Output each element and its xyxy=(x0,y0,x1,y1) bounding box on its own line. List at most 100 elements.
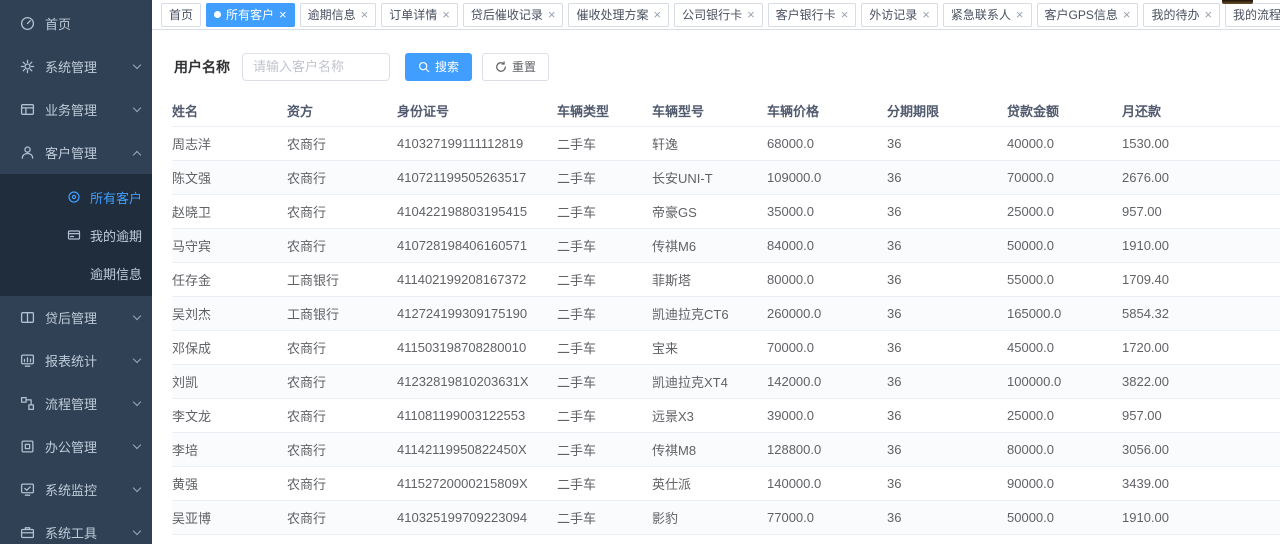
cell-term: 36 xyxy=(887,194,1007,228)
cell-name: 周志洋 xyxy=(172,126,287,160)
close-icon[interactable]: × xyxy=(279,8,287,21)
sidebar-item-customer-mgmt[interactable]: 客户管理 xyxy=(0,131,152,174)
tab[interactable]: 贷后催收记录 × xyxy=(463,3,564,27)
close-icon[interactable]: × xyxy=(841,8,849,21)
close-icon[interactable]: × xyxy=(1204,8,1212,21)
sidebar-item-postloan-mgmt[interactable]: 贷后管理 xyxy=(0,296,152,339)
cell-monthly: 1720.00 xyxy=(1122,330,1242,364)
close-icon[interactable]: × xyxy=(548,8,556,21)
cell-id-number: 410728198406160571 xyxy=(397,228,557,262)
cell-funder: 农商行 xyxy=(287,466,397,500)
sidebar-item-process-mgmt[interactable]: 流程管理 xyxy=(0,382,152,425)
cell-id-number: 410422198803195415 xyxy=(397,194,557,228)
cell-price: 77000.0 xyxy=(767,500,887,534)
tab[interactable]: 我的流程 × xyxy=(1225,3,1280,27)
cell-term: 36 xyxy=(887,364,1007,398)
chevron-down-icon xyxy=(133,355,141,363)
cell-model: 传祺M6 xyxy=(652,228,767,262)
tab[interactable]: 首页 xyxy=(161,3,201,27)
tab[interactable]: 逾期信息 × xyxy=(300,3,377,27)
sidebar-item-office-mgmt[interactable]: 办公管理 xyxy=(0,425,152,468)
chevron-down-icon xyxy=(133,441,141,449)
cell-funder: 农商行 xyxy=(287,228,397,262)
cell-price: 109000.0 xyxy=(767,160,887,194)
tab[interactable]: 我的待办 × xyxy=(1143,3,1220,27)
sidebar-item-home[interactable]: 首页 xyxy=(0,2,152,45)
tab[interactable]: 公司银行卡 × xyxy=(674,3,763,27)
tab[interactable]: 客户GPS信息 × xyxy=(1037,3,1139,27)
cell-model: 宝来 xyxy=(652,330,767,364)
cell-funder: 农商行 xyxy=(287,500,397,534)
close-icon[interactable]: × xyxy=(747,8,755,21)
cell-model: 凯迪拉克XT4 xyxy=(652,364,767,398)
cell-price: 140000.0 xyxy=(767,466,887,500)
cell-term: 36 xyxy=(887,330,1007,364)
tab[interactable]: 外访记录 × xyxy=(861,3,938,27)
tab[interactable]: 催收处理方案 × xyxy=(568,3,669,27)
search-button[interactable]: 搜索 xyxy=(405,53,472,81)
cell-id-number: 411081199003122553 xyxy=(397,398,557,432)
cell-id-number: 412724199309175190 xyxy=(397,296,557,330)
col-header-vehicle-type: 车辆类型 xyxy=(557,96,652,126)
cell-id-number: 410327199111112819 xyxy=(397,126,557,160)
cell-vehicle-type: 二手车 xyxy=(557,466,652,500)
dashboard-icon xyxy=(20,16,35,31)
cell-id-number: 411503198708280010 xyxy=(397,330,557,364)
cell-name: 贾朝伟 xyxy=(172,534,287,544)
close-icon[interactable]: × xyxy=(361,8,369,21)
tab[interactable]: 订单详情 × xyxy=(381,3,458,27)
table-row: 周志洋 农商行 410327199111112819 二手车 轩逸 68000.… xyxy=(172,126,1280,160)
close-icon[interactable]: × xyxy=(653,8,661,21)
table-row: 李文龙 农商行 411081199003122553 二手车 远景X3 3900… xyxy=(172,398,1280,432)
cell-loan: 50000.0 xyxy=(1007,500,1122,534)
cell-model: 长安UNI-T xyxy=(652,160,767,194)
close-icon[interactable]: × xyxy=(442,8,450,21)
sidebar-item-overdue-info[interactable]: 逾期信息 xyxy=(0,254,152,292)
tab[interactable]: 所有客户 × xyxy=(206,3,295,27)
reset-button[interactable]: 重置 xyxy=(482,53,549,81)
close-icon[interactable]: × xyxy=(1123,8,1131,21)
cell-price: 84000.0 xyxy=(767,228,887,262)
cell-name: 黄强 xyxy=(172,466,287,500)
sidebar-item-system-tools[interactable]: 系统工具 xyxy=(0,511,152,544)
avatar[interactable] xyxy=(1222,0,1253,4)
sidebar-item-all-customers[interactable]: 所有客户 xyxy=(0,178,152,216)
cell-name: 陈文强 xyxy=(172,160,287,194)
cell-term: 36 xyxy=(887,228,1007,262)
cell-name: 李文龙 xyxy=(172,398,287,432)
cell-monthly: 3056.00 xyxy=(1122,432,1242,466)
tab-label: 所有客户 xyxy=(226,6,274,23)
tab-label: 外访记录 xyxy=(869,6,917,23)
sidebar-item-system-mgmt[interactable]: 系统管理 xyxy=(0,45,152,88)
sidebar-subitem-label: 逾期信息 xyxy=(90,264,142,283)
chevron-down-icon xyxy=(133,398,141,406)
sidebar-item-business-mgmt[interactable]: 业务管理 xyxy=(0,88,152,131)
cell-price: 142000.0 xyxy=(767,364,887,398)
search-button-label: 搜索 xyxy=(435,58,459,75)
active-dot-icon xyxy=(214,11,221,18)
cell-loan: 70000.0 xyxy=(1007,160,1122,194)
cell-monthly: 3822.00 xyxy=(1122,364,1242,398)
cell-model: 菲斯塔 xyxy=(652,262,767,296)
cell-monthly: 1910.00 xyxy=(1122,534,1242,544)
search-icon xyxy=(418,61,430,73)
cell-name: 刘凯 xyxy=(172,364,287,398)
tab-label: 逾期信息 xyxy=(308,6,356,23)
cell-id-number: 41232819810203631X xyxy=(397,364,557,398)
customer-table: 姓名 资方 身份证号 车辆类型 车辆型号 车辆价格 分期期限 贷款金额 月还款 … xyxy=(172,96,1260,544)
cell-loan: 55000.0 xyxy=(1007,262,1122,296)
sidebar-item-my-overdue[interactable]: 我的逾期 xyxy=(0,216,152,254)
close-icon[interactable]: × xyxy=(922,8,930,21)
cell-monthly: 3439.00 xyxy=(1122,466,1242,500)
sidebar-item-label: 办公管理 xyxy=(45,437,134,456)
cell-vehicle-type: 二手车 xyxy=(557,194,652,228)
tab[interactable]: 客户银行卡 × xyxy=(768,3,857,27)
search-input[interactable] xyxy=(242,53,390,81)
sidebar-item-report-stats[interactable]: 报表统计 xyxy=(0,339,152,382)
sidebar-item-system-monitor[interactable]: 系统监控 xyxy=(0,468,152,511)
sidebar-item-label: 首页 xyxy=(45,14,140,33)
tab[interactable]: 紧急联系人 × xyxy=(943,3,1032,27)
cell-term: 36 xyxy=(887,262,1007,296)
cell-term: 36 xyxy=(887,398,1007,432)
close-icon[interactable]: × xyxy=(1016,8,1024,21)
